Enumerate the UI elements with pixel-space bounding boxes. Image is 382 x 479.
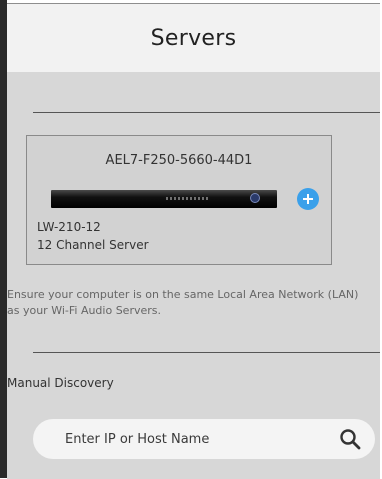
page-title: Servers	[150, 25, 237, 51]
server-type: 12 Channel Server	[37, 238, 149, 252]
app-window: Servers AEL7-F250-5660-44D1 LW-210-12 12…	[0, 0, 380, 479]
lan-note: Ensure your computer is on the same Loca…	[7, 288, 359, 317]
header: Servers	[7, 4, 380, 72]
ip-host-input[interactable]	[63, 423, 317, 455]
server-device-image	[51, 190, 277, 208]
device-front-panel	[166, 197, 208, 200]
server-model: LW-210-12	[37, 220, 101, 234]
search-icon[interactable]	[339, 428, 361, 450]
manual-discovery-label: Manual Discovery	[7, 376, 114, 390]
servers-panel: Servers AEL7-F250-5660-44D1 LW-210-12 12…	[7, 3, 380, 479]
add-server-button[interactable]	[297, 188, 319, 210]
manual-discovery-search	[33, 419, 375, 459]
server-device-id: AEL7-F250-5660-44D1	[105, 153, 253, 168]
plus-icon	[303, 194, 313, 204]
server-card[interactable]: AEL7-F250-5660-44D1 LW-210-12 12 Channel…	[26, 135, 332, 265]
device-knob	[250, 193, 260, 203]
divider-middle	[33, 352, 380, 353]
divider-top	[33, 112, 380, 113]
window-edge	[0, 0, 7, 478]
